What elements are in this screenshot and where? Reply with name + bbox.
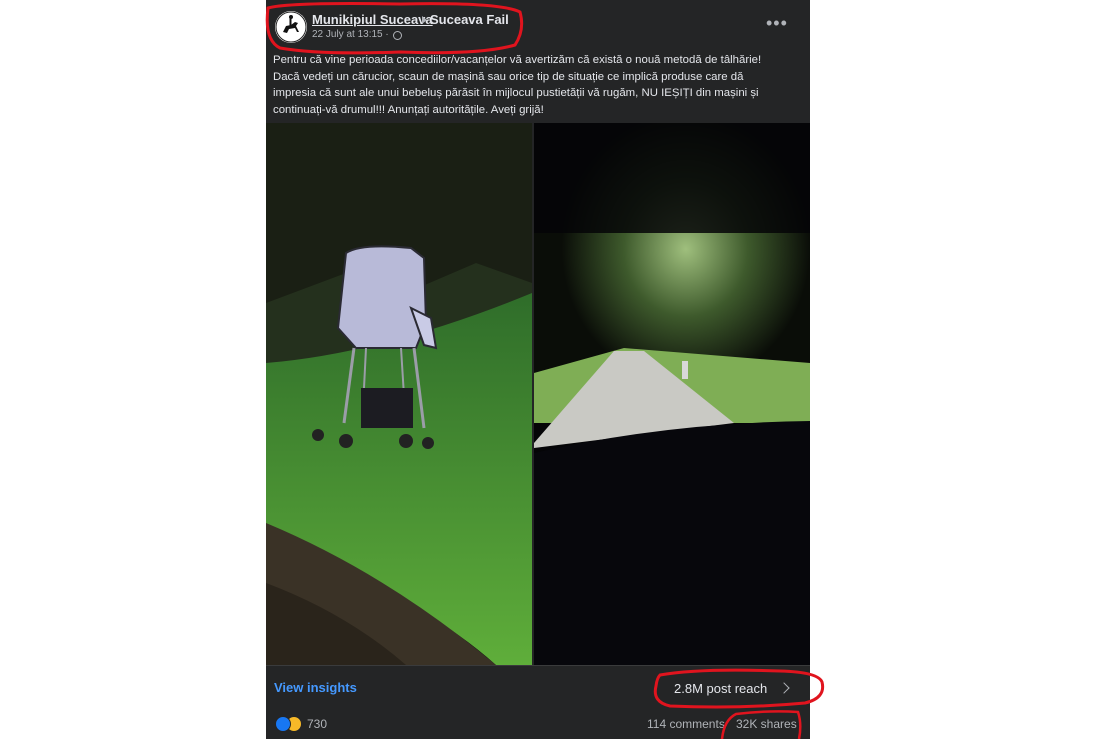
globe-icon <box>393 31 402 40</box>
post-text-line: continuați-vă drumul!!! Anunțați autorit… <box>273 103 544 116</box>
post-reach-link[interactable]: 2.8M post reach <box>674 681 767 696</box>
caret-right-icon <box>422 16 427 24</box>
like-reaction-icon <box>275 716 291 732</box>
more-options-icon[interactable]: ••• <box>766 14 788 32</box>
page-avatar[interactable] <box>275 11 307 43</box>
page-name-link[interactable]: Munikipiul Suceava <box>312 12 433 27</box>
post-header: Munikipiul Suceava Suceava Fail 22 July … <box>266 0 810 50</box>
chevron-right-icon[interactable] <box>778 682 790 694</box>
group-name-link[interactable]: Suceava Fail <box>430 12 509 27</box>
post-timestamp[interactable]: 22 July at 13:15 · <box>312 29 389 40</box>
night-road-photo[interactable] <box>534 123 810 665</box>
post-footer: View insights 2.8M post reach 730 114 co… <box>266 665 810 739</box>
reaction-count[interactable]: 730 <box>307 717 327 731</box>
post-text-line: impresia că sunt ale unui bebeluș părăsi… <box>273 87 759 99</box>
horse-rider-logo-icon <box>275 11 307 43</box>
facebook-post: Munikipiul Suceava Suceava Fail 22 July … <box>266 0 810 739</box>
post-text-line: Pentru că vine perioada concediilor/vaca… <box>273 54 762 66</box>
post-text-line: Dacă vedeți un cărucior, scaun de mașină… <box>273 70 744 83</box>
comments-count[interactable]: 114 comments <box>647 717 725 731</box>
post-text: Pentru că vine perioada concediilor/vaca… <box>273 52 803 118</box>
shares-count[interactable]: 32K shares <box>736 717 797 731</box>
stroller-photo[interactable] <box>266 123 532 665</box>
view-insights-link[interactable]: View insights <box>274 680 357 695</box>
